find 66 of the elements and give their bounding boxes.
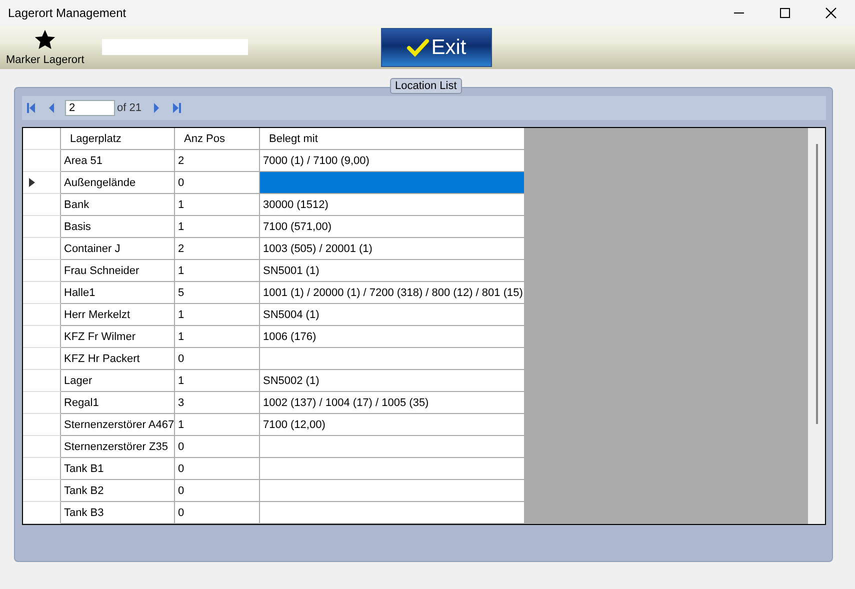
- scrollbar[interactable]: [808, 128, 825, 524]
- table-cell: 7100 (571,00): [260, 216, 525, 238]
- table-cell: Halle1: [61, 282, 175, 304]
- table-cell: Container J: [61, 238, 175, 260]
- star-icon: [33, 29, 58, 51]
- table-cell: 2: [175, 150, 260, 172]
- table-cell: 0: [175, 502, 260, 524]
- table-cell: 1002 (137) / 1004 (17) / 1005 (35): [260, 392, 525, 414]
- table-cell: 1: [175, 194, 260, 216]
- table-cell: 7000 (1) / 7100 (9,00): [260, 150, 525, 172]
- page-count: of 21: [117, 102, 142, 114]
- table-cell: Außengelände: [61, 172, 175, 194]
- table-cell: KFZ Hr Packert: [61, 348, 175, 370]
- table-cell: Bank: [61, 194, 175, 216]
- table-cell: Sternenzerstörer Z35: [61, 436, 175, 458]
- table-cell: KFZ Fr Wilmer: [61, 326, 175, 348]
- table-cell: 1001 (1) / 20000 (1) / 7200 (318) / 800 (12) / 801 (15): [260, 282, 525, 304]
- current-row-icon: [29, 178, 35, 187]
- table-cell: Tank B2: [61, 480, 175, 502]
- previous-icon[interactable]: [48, 102, 55, 114]
- column-header[interactable]: Belegt mit: [260, 128, 525, 150]
- table-cell: 0: [175, 458, 260, 480]
- table-cell: 2: [175, 238, 260, 260]
- table-cell: 1: [175, 414, 260, 436]
- input-field[interactable]: [102, 39, 248, 55]
- table-cell: Herr Merkelzt: [61, 304, 175, 326]
- window-title: Lagerort Management: [8, 6, 126, 20]
- table-cell: 5: [175, 282, 260, 304]
- table-cell: SN5001 (1): [260, 260, 525, 282]
- table-cell: Basis: [61, 216, 175, 238]
- check-icon: [407, 38, 430, 56]
- table-cell: Tank B1: [61, 458, 175, 480]
- table-cell: 1: [175, 260, 260, 282]
- table-cell: 0: [175, 480, 260, 502]
- close-icon[interactable]: [825, 7, 837, 19]
- table-cell: Sternenzerstörer A467: [61, 414, 175, 436]
- table-cell: SN5002 (1): [260, 370, 525, 392]
- table-cell: 1006 (176): [260, 326, 525, 348]
- maximize-icon[interactable]: [779, 7, 791, 19]
- table-cell: 1: [175, 304, 260, 326]
- table-cell: 1003 (505) / 20001 (1): [260, 238, 525, 260]
- exit-button[interactable]: Exit: [381, 28, 492, 67]
- table-cell: 0: [175, 436, 260, 458]
- table-cell: 7100 (12,00): [260, 414, 525, 436]
- column-header[interactable]: Anz Pos: [175, 128, 260, 150]
- first-icon[interactable]: [26, 102, 36, 114]
- table-cell: Regal1: [61, 392, 175, 414]
- row-header[interactable]: [23, 172, 61, 194]
- group-title: Location List: [390, 78, 462, 94]
- position-field[interactable]: 2: [65, 100, 115, 116]
- table-cell: SN5004 (1): [260, 304, 525, 326]
- table-cell: Lager: [61, 370, 175, 392]
- table-cell: 1: [175, 216, 260, 238]
- table-cell: Area 51: [61, 150, 175, 172]
- table-cell: Tank B3: [61, 502, 175, 524]
- table-cell: Frau Schneider: [61, 260, 175, 282]
- table-cell: 3: [175, 392, 260, 414]
- marker-button[interactable]: Marker Lagerort: [6, 29, 84, 67]
- table-cell: 0: [175, 348, 260, 370]
- table-cell: 0: [175, 172, 260, 194]
- last-icon[interactable]: [172, 102, 182, 114]
- column-header[interactable]: Lagerplatz: [61, 128, 175, 150]
- table-cell: 1: [175, 370, 260, 392]
- table-cell: 1: [175, 326, 260, 348]
- next-icon[interactable]: [153, 102, 160, 114]
- table-cell: 30000 (1512): [260, 194, 525, 216]
